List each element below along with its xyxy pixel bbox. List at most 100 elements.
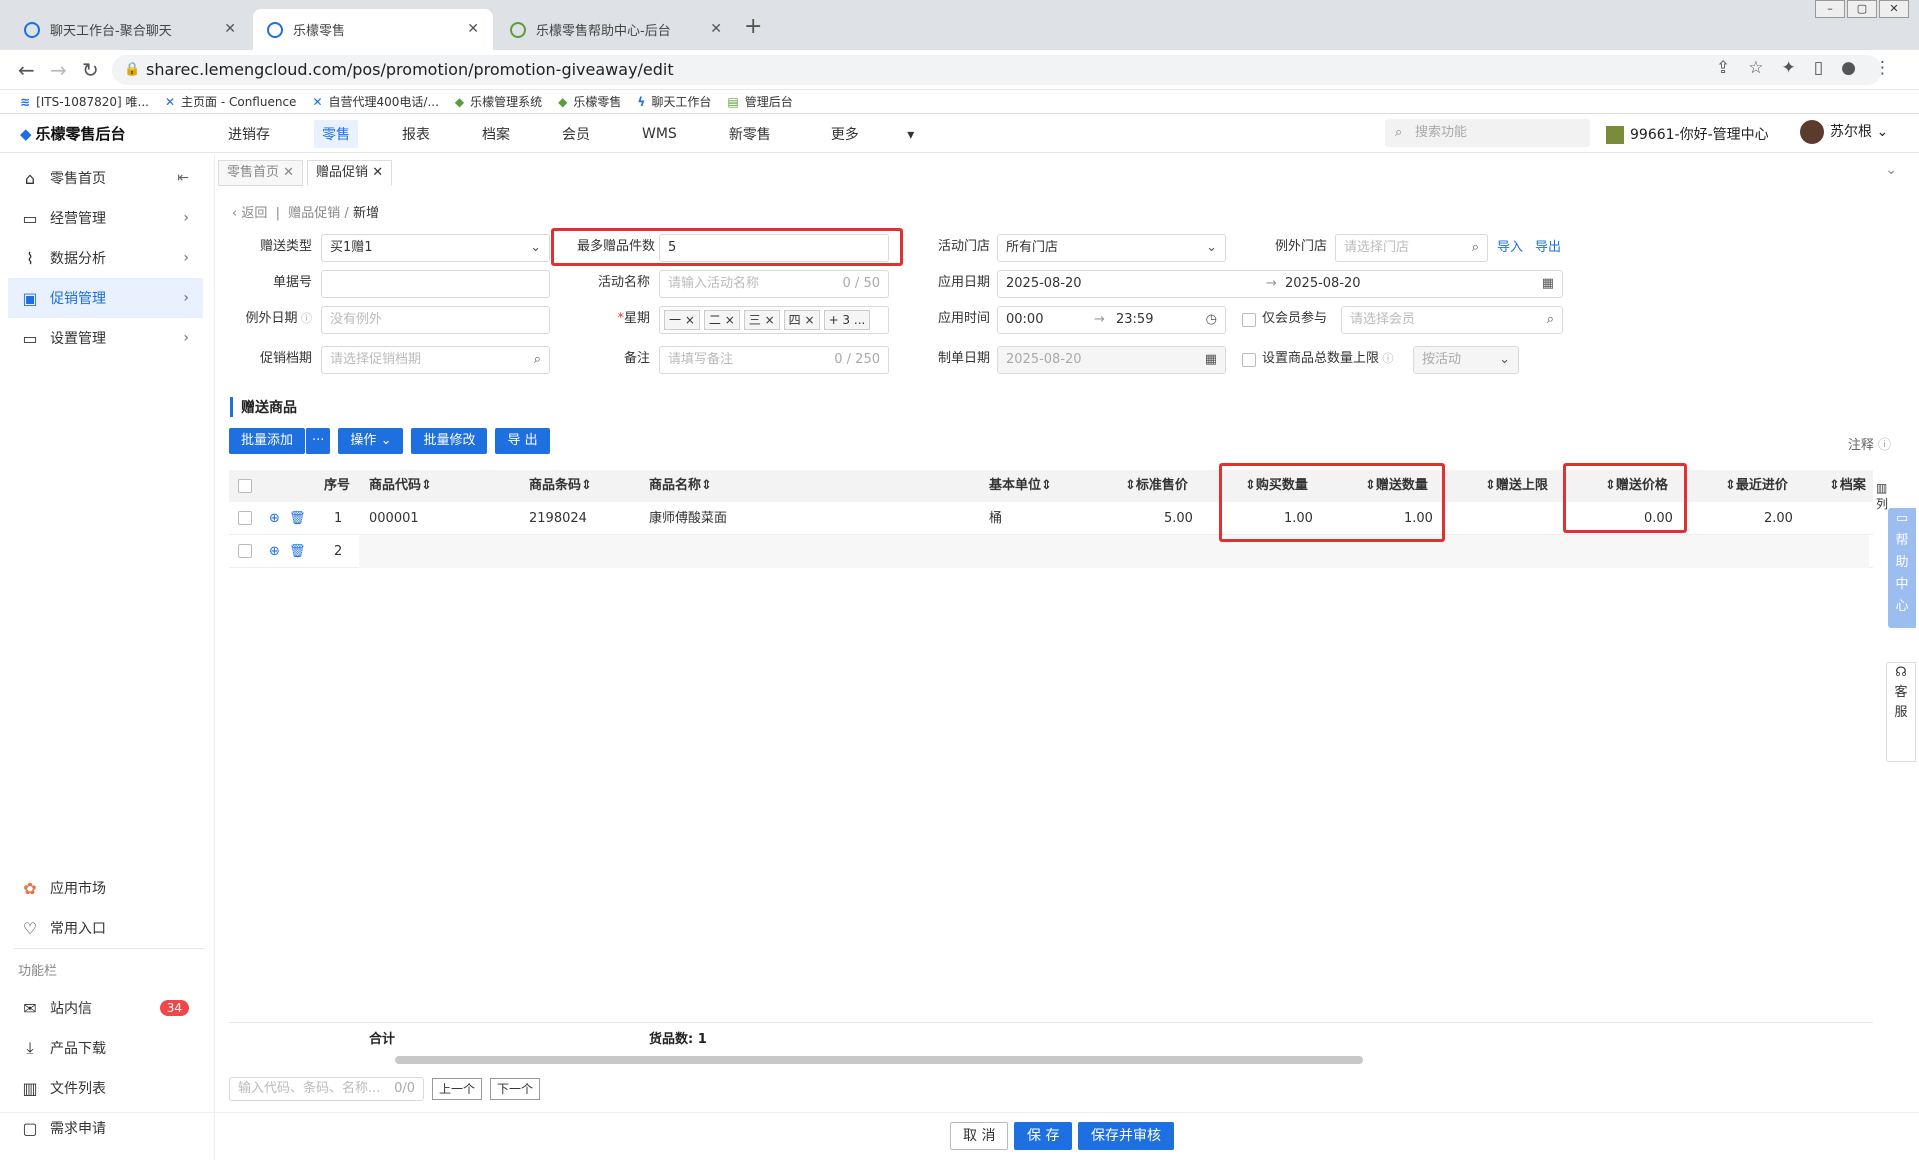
bookmark-item[interactable]: ▤ 管理后台 bbox=[727, 93, 792, 110]
breadcrumb-parent[interactable]: 赠品促销 bbox=[288, 206, 340, 221]
cancel-button[interactable]: 取 消 bbox=[950, 1122, 1009, 1150]
sidebar-messages[interactable]: ✉ 站内信 34 bbox=[8, 988, 203, 1028]
brand-logo[interactable]: ◆ 乐檬零售后台 bbox=[20, 123, 126, 144]
info-icon[interactable]: ⓘ bbox=[1379, 352, 1394, 365]
new-tab-icon[interactable]: + bbox=[744, 14, 762, 39]
minimize-icon[interactable]: – bbox=[1815, 0, 1845, 18]
max-gift-input[interactable]: 5 bbox=[659, 234, 889, 262]
export-button[interactable]: 导 出 bbox=[495, 428, 550, 454]
page-tab-active[interactable]: 赠品促销 ✕ bbox=[307, 160, 393, 186]
col-header-sortable[interactable]: 基本单位⇕ bbox=[989, 470, 1052, 502]
reload-icon[interactable]: ↻ bbox=[82, 58, 99, 82]
save-and-audit-button[interactable]: 保存并审核 bbox=[1078, 1122, 1174, 1150]
batch-add-more-button[interactable]: ··· bbox=[305, 428, 331, 454]
close-icon[interactable]: ✕ bbox=[224, 21, 236, 37]
week-tag[interactable]: 三 × bbox=[743, 309, 780, 330]
collapse-sidebar-icon[interactable]: ⇤ bbox=[177, 170, 189, 186]
add-row-icon[interactable]: ⊕ bbox=[269, 502, 280, 535]
nav-item[interactable]: 档案 bbox=[474, 120, 518, 148]
sidebar-item-home[interactable]: ⌂ 零售首页 ⇤ bbox=[8, 158, 203, 198]
page-tab[interactable]: 零售首页 ✕ bbox=[218, 160, 304, 186]
horizontal-scrollbar[interactable] bbox=[395, 1056, 1363, 1064]
star-icon[interactable]: ☆ bbox=[1748, 58, 1763, 78]
member-only-checkbox[interactable] bbox=[1242, 313, 1256, 327]
limit-checkbox[interactable] bbox=[1242, 353, 1256, 367]
browser-tab[interactable]: 聊天工作台-聚合聊天 ✕ bbox=[10, 9, 250, 50]
week-tag[interactable]: 一 × bbox=[664, 309, 700, 330]
prev-button[interactable]: 上一个 bbox=[432, 1078, 483, 1100]
delete-icon[interactable]: 🗑 bbox=[289, 502, 306, 535]
add-row-icon[interactable]: ⊕ bbox=[269, 535, 280, 568]
col-header-sortable[interactable]: ⇕标准售价 bbox=[1125, 470, 1188, 502]
bookmark-item[interactable]: ◆ 乐檬零售 bbox=[558, 93, 621, 110]
apply-time-range[interactable]: 00:00 → 23:59 ◷ bbox=[997, 306, 1226, 334]
url-input[interactable]: 🔒 sharec.lemengcloud.com/pos/promotion/pr… bbox=[112, 55, 1882, 85]
forward-icon[interactable]: → bbox=[50, 58, 67, 82]
nav-item[interactable]: 进销存 bbox=[220, 120, 278, 148]
bookmark-item[interactable]: ϟ 聊天工作台 bbox=[637, 93, 711, 110]
cell-code[interactable]: 000001 bbox=[369, 502, 419, 535]
sidebar-item-analytics[interactable]: ⌇ 数据分析 › bbox=[8, 238, 203, 278]
share-icon[interactable]: ⇪ bbox=[1716, 58, 1730, 78]
col-header-sortable[interactable]: 商品代码⇕ bbox=[369, 470, 432, 502]
bookmark-item[interactable]: ✕ 主页面 - Confluence bbox=[165, 93, 296, 110]
next-button[interactable]: 下一个 bbox=[490, 1078, 541, 1100]
week-tag-more[interactable]: + 3 ... bbox=[823, 309, 871, 330]
table-row[interactable]: ⊕ 🗑 2 bbox=[229, 535, 1873, 568]
customer-service-tab[interactable]: ☊ 客服 bbox=[1886, 662, 1916, 762]
row-checkbox[interactable] bbox=[238, 511, 252, 525]
nav-item-active[interactable]: 零售 bbox=[314, 120, 358, 148]
back-link[interactable]: ‹ 返回 bbox=[232, 206, 267, 221]
remark-input[interactable]: 请填写备注 0 / 250 bbox=[659, 346, 889, 374]
sidepanel-icon[interactable]: ▯ bbox=[1814, 58, 1823, 78]
member-select-input[interactable]: 请选择会员 ⌕ bbox=[1341, 306, 1563, 334]
week-tag[interactable]: 二 × bbox=[703, 309, 740, 330]
operation-button[interactable]: 操作 ⌄ bbox=[338, 428, 404, 454]
close-icon[interactable]: ✕ bbox=[467, 21, 479, 37]
col-header-sortable[interactable]: 商品名称⇕ bbox=[649, 470, 712, 502]
limit-mode-select[interactable]: 按活动 ⌄ bbox=[1413, 346, 1519, 374]
except-store-input[interactable]: 请选择门店 ⌕ bbox=[1335, 234, 1488, 262]
sidebar-download[interactable]: ⤓ 产品下载 bbox=[8, 1028, 203, 1068]
user-menu[interactable]: 苏尔根 ⌄ bbox=[1800, 120, 1888, 144]
locate-input[interactable]: 输入代码、条码、名称... 0/0 bbox=[229, 1077, 424, 1101]
bookmark-item[interactable]: ≋ [ITS-1087820] 唯... bbox=[20, 93, 149, 110]
sidebar-favorites[interactable]: ♡ 常用入口 bbox=[8, 908, 203, 948]
back-icon[interactable]: ← bbox=[18, 58, 35, 82]
bookmark-item[interactable]: ◆ 乐檬管理系统 bbox=[455, 93, 542, 110]
apply-date-range[interactable]: 2025-08-20 → 2025-08-20 ▦ bbox=[997, 270, 1563, 298]
store-select[interactable]: 所有门店 ⌄ bbox=[997, 234, 1226, 262]
col-header-sortable[interactable]: ⇕档案 bbox=[1829, 470, 1866, 502]
close-icon[interactable]: ✕ bbox=[710, 21, 722, 37]
store-selector[interactable]: 99661-你好-管理中心 bbox=[1606, 124, 1769, 144]
col-header-sortable[interactable]: ⇕赠送上限 bbox=[1485, 470, 1548, 502]
browser-tab[interactable]: 乐檬零售帮助中心-后台 ✕ bbox=[496, 9, 736, 50]
sidebar-item-operation[interactable]: ▭ 经营管理 › bbox=[8, 198, 203, 238]
nav-item[interactable]: 报表 bbox=[394, 120, 438, 148]
nav-item[interactable]: WMS bbox=[634, 122, 685, 146]
delete-icon[interactable]: 🗑 bbox=[289, 535, 306, 568]
sidebar-files[interactable]: ▥ 文件列表 bbox=[8, 1068, 203, 1108]
profile-icon[interactable]: ● bbox=[1841, 58, 1856, 78]
extension-icon[interactable]: ✦ bbox=[1782, 58, 1796, 78]
col-header-sortable[interactable]: ⇕最近进价 bbox=[1725, 470, 1788, 502]
period-input[interactable]: 请选择促销档期 ⌕ bbox=[321, 346, 550, 374]
column-settings[interactable]: ▥列 bbox=[1876, 480, 1890, 512]
export-link[interactable]: 导出 bbox=[1535, 233, 1561, 263]
menu-icon[interactable]: ⋮ bbox=[1874, 58, 1891, 78]
cell-code-empty[interactable] bbox=[359, 535, 1869, 568]
notes-toggle[interactable]: 注释 ⓘ bbox=[1848, 434, 1891, 453]
col-header-sortable[interactable]: 商品条码⇕ bbox=[529, 470, 592, 502]
info-icon[interactable]: ⓘ bbox=[298, 312, 312, 325]
close-window-icon[interactable]: ✕ bbox=[1879, 0, 1909, 18]
nav-item[interactable]: 会员 bbox=[554, 120, 598, 148]
except-date-input[interactable]: 没有例外 bbox=[321, 306, 550, 334]
sidebar-app-market[interactable]: ✿ 应用市场 bbox=[8, 868, 203, 908]
week-multiselect[interactable]: 一 × 二 × 三 × 四 × + 3 ... bbox=[659, 306, 889, 334]
gift-type-select[interactable]: 买1赠1 ⌄ bbox=[321, 234, 550, 262]
week-tag[interactable]: 四 × bbox=[783, 309, 820, 330]
row-checkbox[interactable] bbox=[238, 544, 252, 558]
sidebar-item-settings[interactable]: ▭ 设置管理 › bbox=[8, 318, 203, 358]
batch-edit-button[interactable]: 批量修改 bbox=[411, 428, 488, 454]
activity-name-input[interactable]: 请输入活动名称 0 / 50 bbox=[659, 270, 889, 298]
